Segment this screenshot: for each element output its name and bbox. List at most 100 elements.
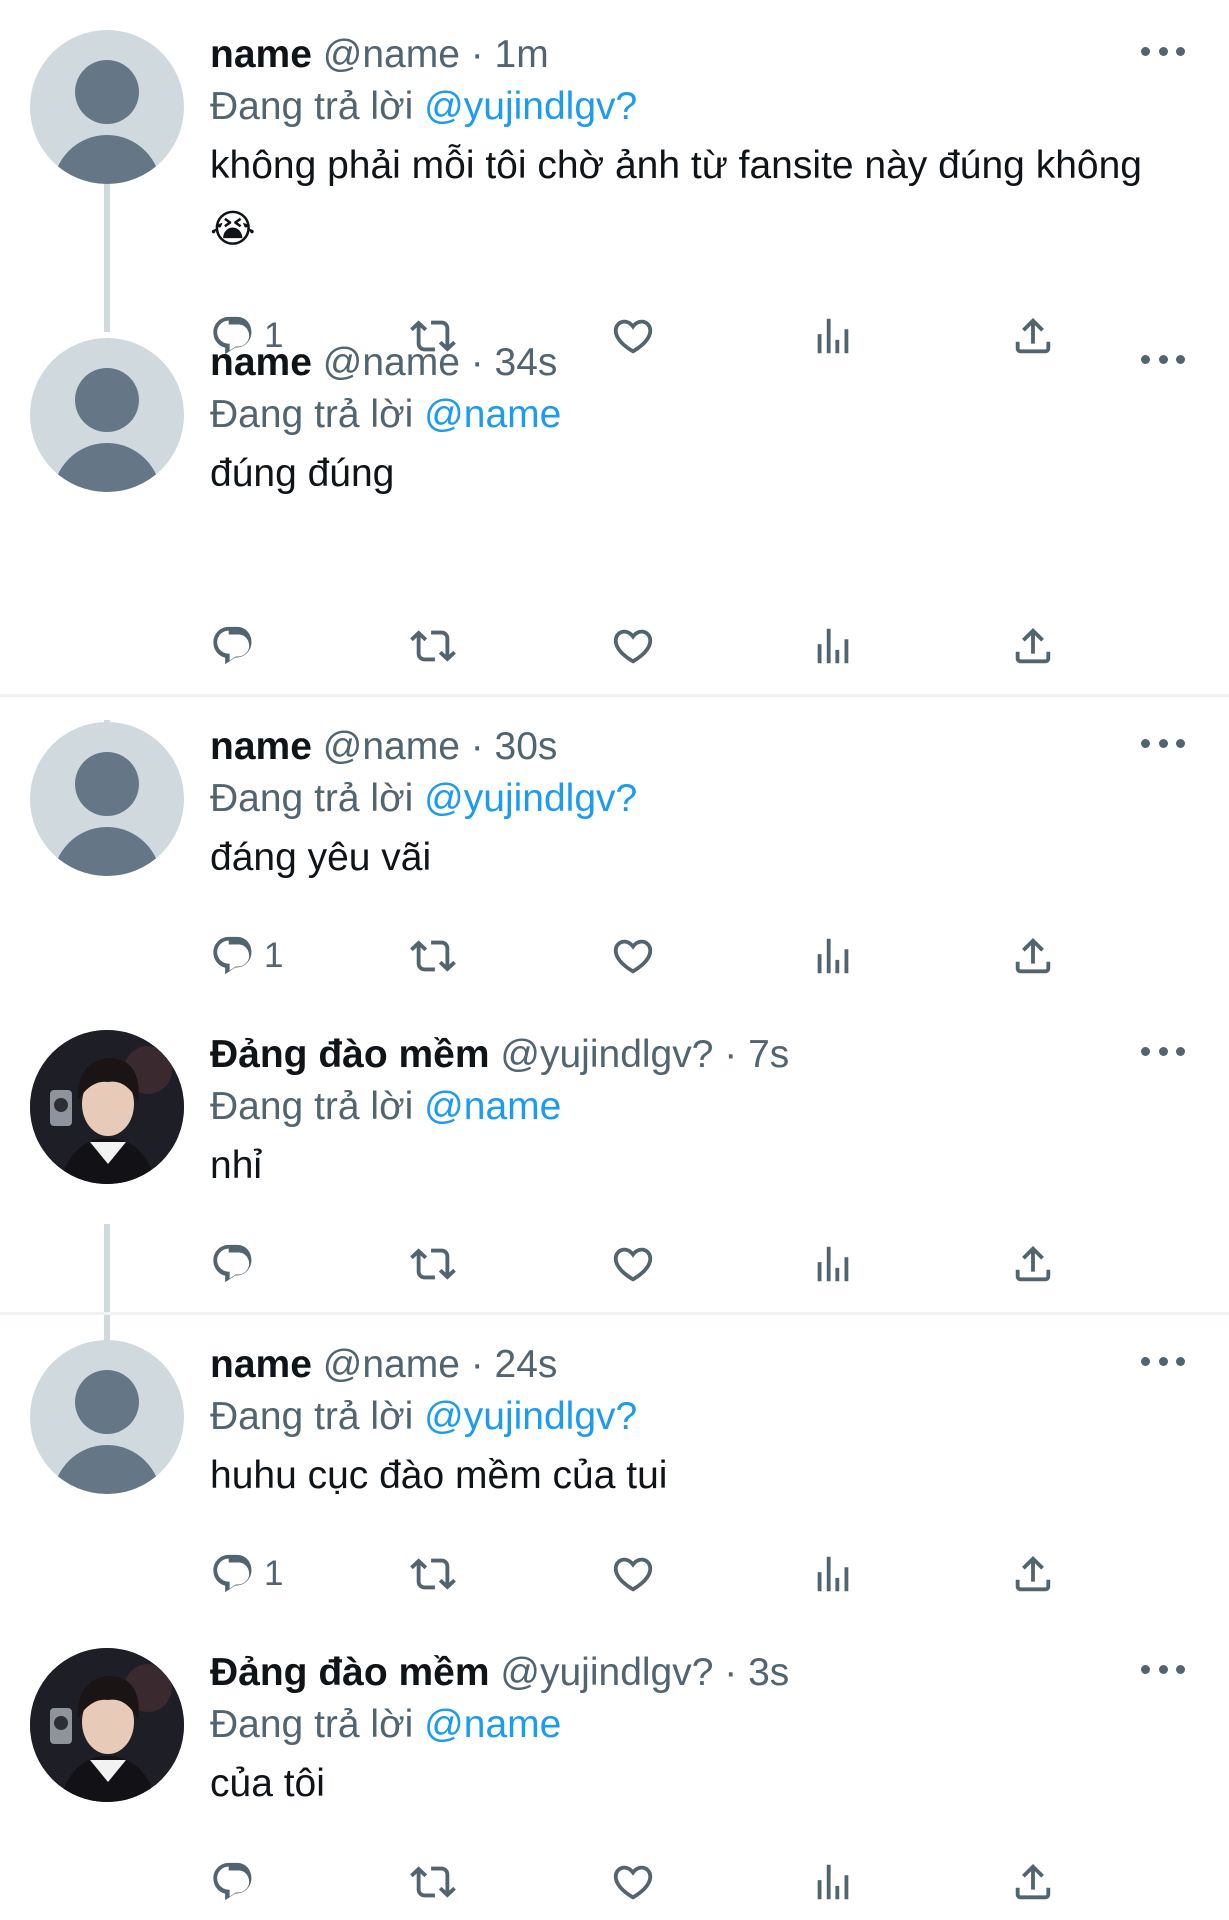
reply-icon	[213, 1244, 252, 1283]
user-handle[interactable]: @name	[323, 725, 460, 768]
tweet-text: đáng yêu vãi	[210, 836, 432, 879]
tweet-header: Đảng đào mềm @yujindlgv? · 7s	[210, 1030, 1189, 1080]
retweet-button[interactable]	[410, 1546, 456, 1602]
avatar[interactable]	[30, 338, 184, 492]
reply-prefix: Đang trả lời	[210, 1085, 414, 1128]
reply-button[interactable]	[210, 1236, 264, 1292]
avatar[interactable]	[30, 30, 184, 184]
reply-mention[interactable]: @name	[424, 1703, 561, 1746]
display-name[interactable]: name	[210, 341, 312, 384]
retweet-button[interactable]	[410, 1854, 456, 1910]
replying-to: Đang trả lời @yujindlgv?	[210, 774, 1189, 824]
retweet-icon	[410, 1558, 456, 1590]
retweet-button[interactable]	[410, 928, 456, 984]
display-name[interactable]: Đảng đào mềm	[210, 1033, 490, 1076]
reply-count: 1	[264, 936, 284, 975]
analytics-icon	[817, 1864, 849, 1900]
display-name[interactable]: name	[210, 1343, 312, 1386]
tweet-text: không phải mỗi tôi chờ ảnh từ fansite nà…	[210, 144, 1142, 251]
more-icon[interactable]	[1141, 1036, 1185, 1066]
views-button[interactable]	[810, 1546, 856, 1602]
retweet-button[interactable]	[410, 618, 456, 674]
share-button[interactable]	[1010, 1546, 1056, 1602]
tweet-actions	[210, 1236, 1090, 1292]
like-button[interactable]	[610, 618, 656, 674]
display-name[interactable]: name	[210, 725, 312, 768]
share-button[interactable]	[1010, 928, 1056, 984]
reply-mention[interactable]: @name	[424, 393, 561, 436]
tweet-actions: 1	[210, 1546, 1090, 1602]
share-icon	[1015, 1245, 1051, 1282]
share-button[interactable]	[1010, 1236, 1056, 1292]
like-button[interactable]	[610, 928, 656, 984]
user-handle[interactable]: @name	[323, 1343, 460, 1386]
replying-to: Đang trả lời @name	[210, 390, 1189, 440]
share-button[interactable]	[1010, 618, 1056, 674]
timestamp[interactable]: · 34s	[471, 341, 558, 384]
tweet-actions: 1	[210, 928, 1090, 984]
more-icon[interactable]	[1141, 728, 1185, 758]
share-button[interactable]	[1010, 1854, 1056, 1910]
reply-mention[interactable]: @yujindlgv?	[424, 777, 637, 820]
display-name[interactable]: name	[210, 33, 312, 76]
reply-mention[interactable]: @yujindlgv?	[424, 85, 637, 128]
avatar[interactable]	[30, 722, 184, 876]
user-handle[interactable]: @yujindlgv?	[500, 1651, 713, 1694]
more-icon[interactable]	[1141, 1346, 1185, 1376]
tweet-header: Đảng đào mềm @yujindlgv? · 3s	[210, 1648, 1189, 1698]
thread-line	[104, 1224, 110, 1342]
replying-to: Đang trả lời @name	[210, 1700, 1189, 1750]
analytics-icon	[817, 1246, 849, 1282]
timestamp[interactable]: · 3s	[724, 1651, 789, 1694]
tweet-text: đúng đúng	[210, 452, 395, 495]
tweet-text: của tôi	[210, 1762, 325, 1805]
more-icon[interactable]	[1141, 36, 1185, 66]
avatar-photo[interactable]	[30, 1648, 184, 1802]
share-icon	[1015, 627, 1051, 664]
like-button[interactable]	[610, 1546, 656, 1602]
views-button[interactable]	[810, 1236, 856, 1292]
timestamp[interactable]: · 24s	[471, 1343, 558, 1386]
more-icon[interactable]	[1141, 344, 1185, 374]
heart-icon	[613, 1247, 653, 1282]
profile-photo	[30, 1030, 184, 1184]
avatar-photo[interactable]	[30, 1030, 184, 1184]
views-button[interactable]	[810, 928, 856, 984]
views-button[interactable]	[810, 618, 856, 674]
reply-prefix: Đang trả lời	[210, 1395, 414, 1438]
like-button[interactable]	[610, 1236, 656, 1292]
more-icon[interactable]	[1141, 1654, 1185, 1684]
share-icon	[1015, 937, 1051, 974]
like-button[interactable]	[610, 1854, 656, 1910]
reply-button[interactable]: 1	[210, 928, 283, 984]
tweet-header: name @name · 34s	[210, 338, 1189, 388]
user-handle[interactable]: @name	[323, 341, 460, 384]
reply-mention[interactable]: @name	[424, 1085, 561, 1128]
views-button[interactable]	[810, 1854, 856, 1910]
tweet-header: name @name · 1m	[210, 30, 1189, 80]
timestamp[interactable]: · 1m	[471, 33, 549, 76]
timestamp[interactable]: · 30s	[471, 725, 558, 768]
retweet-icon	[410, 1248, 456, 1280]
share-icon	[1015, 1863, 1051, 1900]
analytics-icon	[817, 1556, 849, 1592]
reply-mention[interactable]: @yujindlgv?	[424, 1395, 637, 1438]
user-handle[interactable]: @name	[323, 33, 460, 76]
user-handle[interactable]: @yujindlgv?	[500, 1033, 713, 1076]
reply-prefix: Đang trả lời	[210, 1703, 414, 1746]
timestamp[interactable]: · 7s	[724, 1033, 789, 1076]
reply-button[interactable]	[210, 1854, 264, 1910]
avatar[interactable]	[30, 1340, 184, 1494]
retweet-icon	[410, 940, 456, 972]
reply-prefix: Đang trả lời	[210, 777, 414, 820]
retweet-button[interactable]	[410, 1236, 456, 1292]
reply-button[interactable]: 1	[210, 1546, 283, 1602]
tweet-header: name @name · 24s	[210, 1340, 1189, 1390]
profile-photo	[30, 1648, 184, 1802]
heart-icon	[613, 1865, 653, 1900]
replying-to: Đang trả lời @name	[210, 1082, 1189, 1132]
reply-icon	[213, 626, 252, 665]
display-name[interactable]: Đảng đào mềm	[210, 1651, 490, 1694]
reply-button[interactable]	[210, 618, 264, 674]
tweet-actions	[210, 618, 1090, 674]
